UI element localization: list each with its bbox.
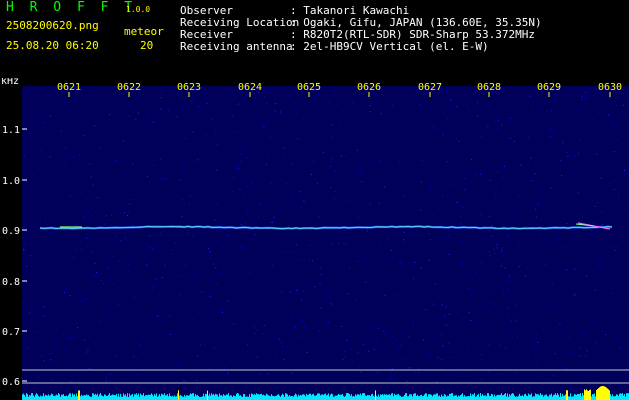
freq-tick-label: 0.9 (2, 226, 20, 237)
freq-tick-label: 1.1 (2, 125, 20, 136)
spectrogram: 0621 0622 0623 0624 0625 0626 0627 0628 0629 0630… (0, 78, 629, 400)
time-tick-label: 0630 (598, 82, 622, 93)
time-tick-label: 0626 (357, 82, 381, 93)
field-value-antenna: : 2el-HB9CV Vertical (el. E-W) (290, 40, 489, 53)
freq-tick-label: 1.0 (2, 176, 20, 187)
time-tick-label: 0624 (238, 82, 262, 93)
detection-type: meteor (124, 25, 164, 38)
date-time: 25.08.20 06:20 (6, 39, 99, 52)
header-panel: H R O F F T 1.0.0 2508200620.png meteor … (0, 0, 629, 78)
time-tick-label: 0628 (477, 82, 501, 93)
time-tick-label: 0623 (177, 82, 201, 93)
freq-tick-label: 0.7 (2, 327, 20, 338)
app-version: 1.0.0 (126, 5, 151, 14)
freq-tick-label: 0.6 (2, 377, 20, 388)
app-name: H R O F F T (6, 0, 137, 15)
freq-tick-label: 0.8 (2, 277, 20, 288)
time-tick-label: 0627 (418, 82, 442, 93)
y-axis-unit: kHz (1, 78, 19, 87)
time-tick-label: 0629 (537, 82, 561, 93)
time-tick-label: 0621 (57, 82, 81, 93)
file-name: 2508200620.png (6, 19, 99, 32)
time-tick-label: 0625 (297, 82, 321, 93)
spectrogram-field (22, 86, 629, 400)
detection-count: 20 (140, 39, 154, 52)
time-tick-label: 0622 (117, 82, 141, 93)
field-label-antenna: Receiving antenna (180, 40, 293, 53)
